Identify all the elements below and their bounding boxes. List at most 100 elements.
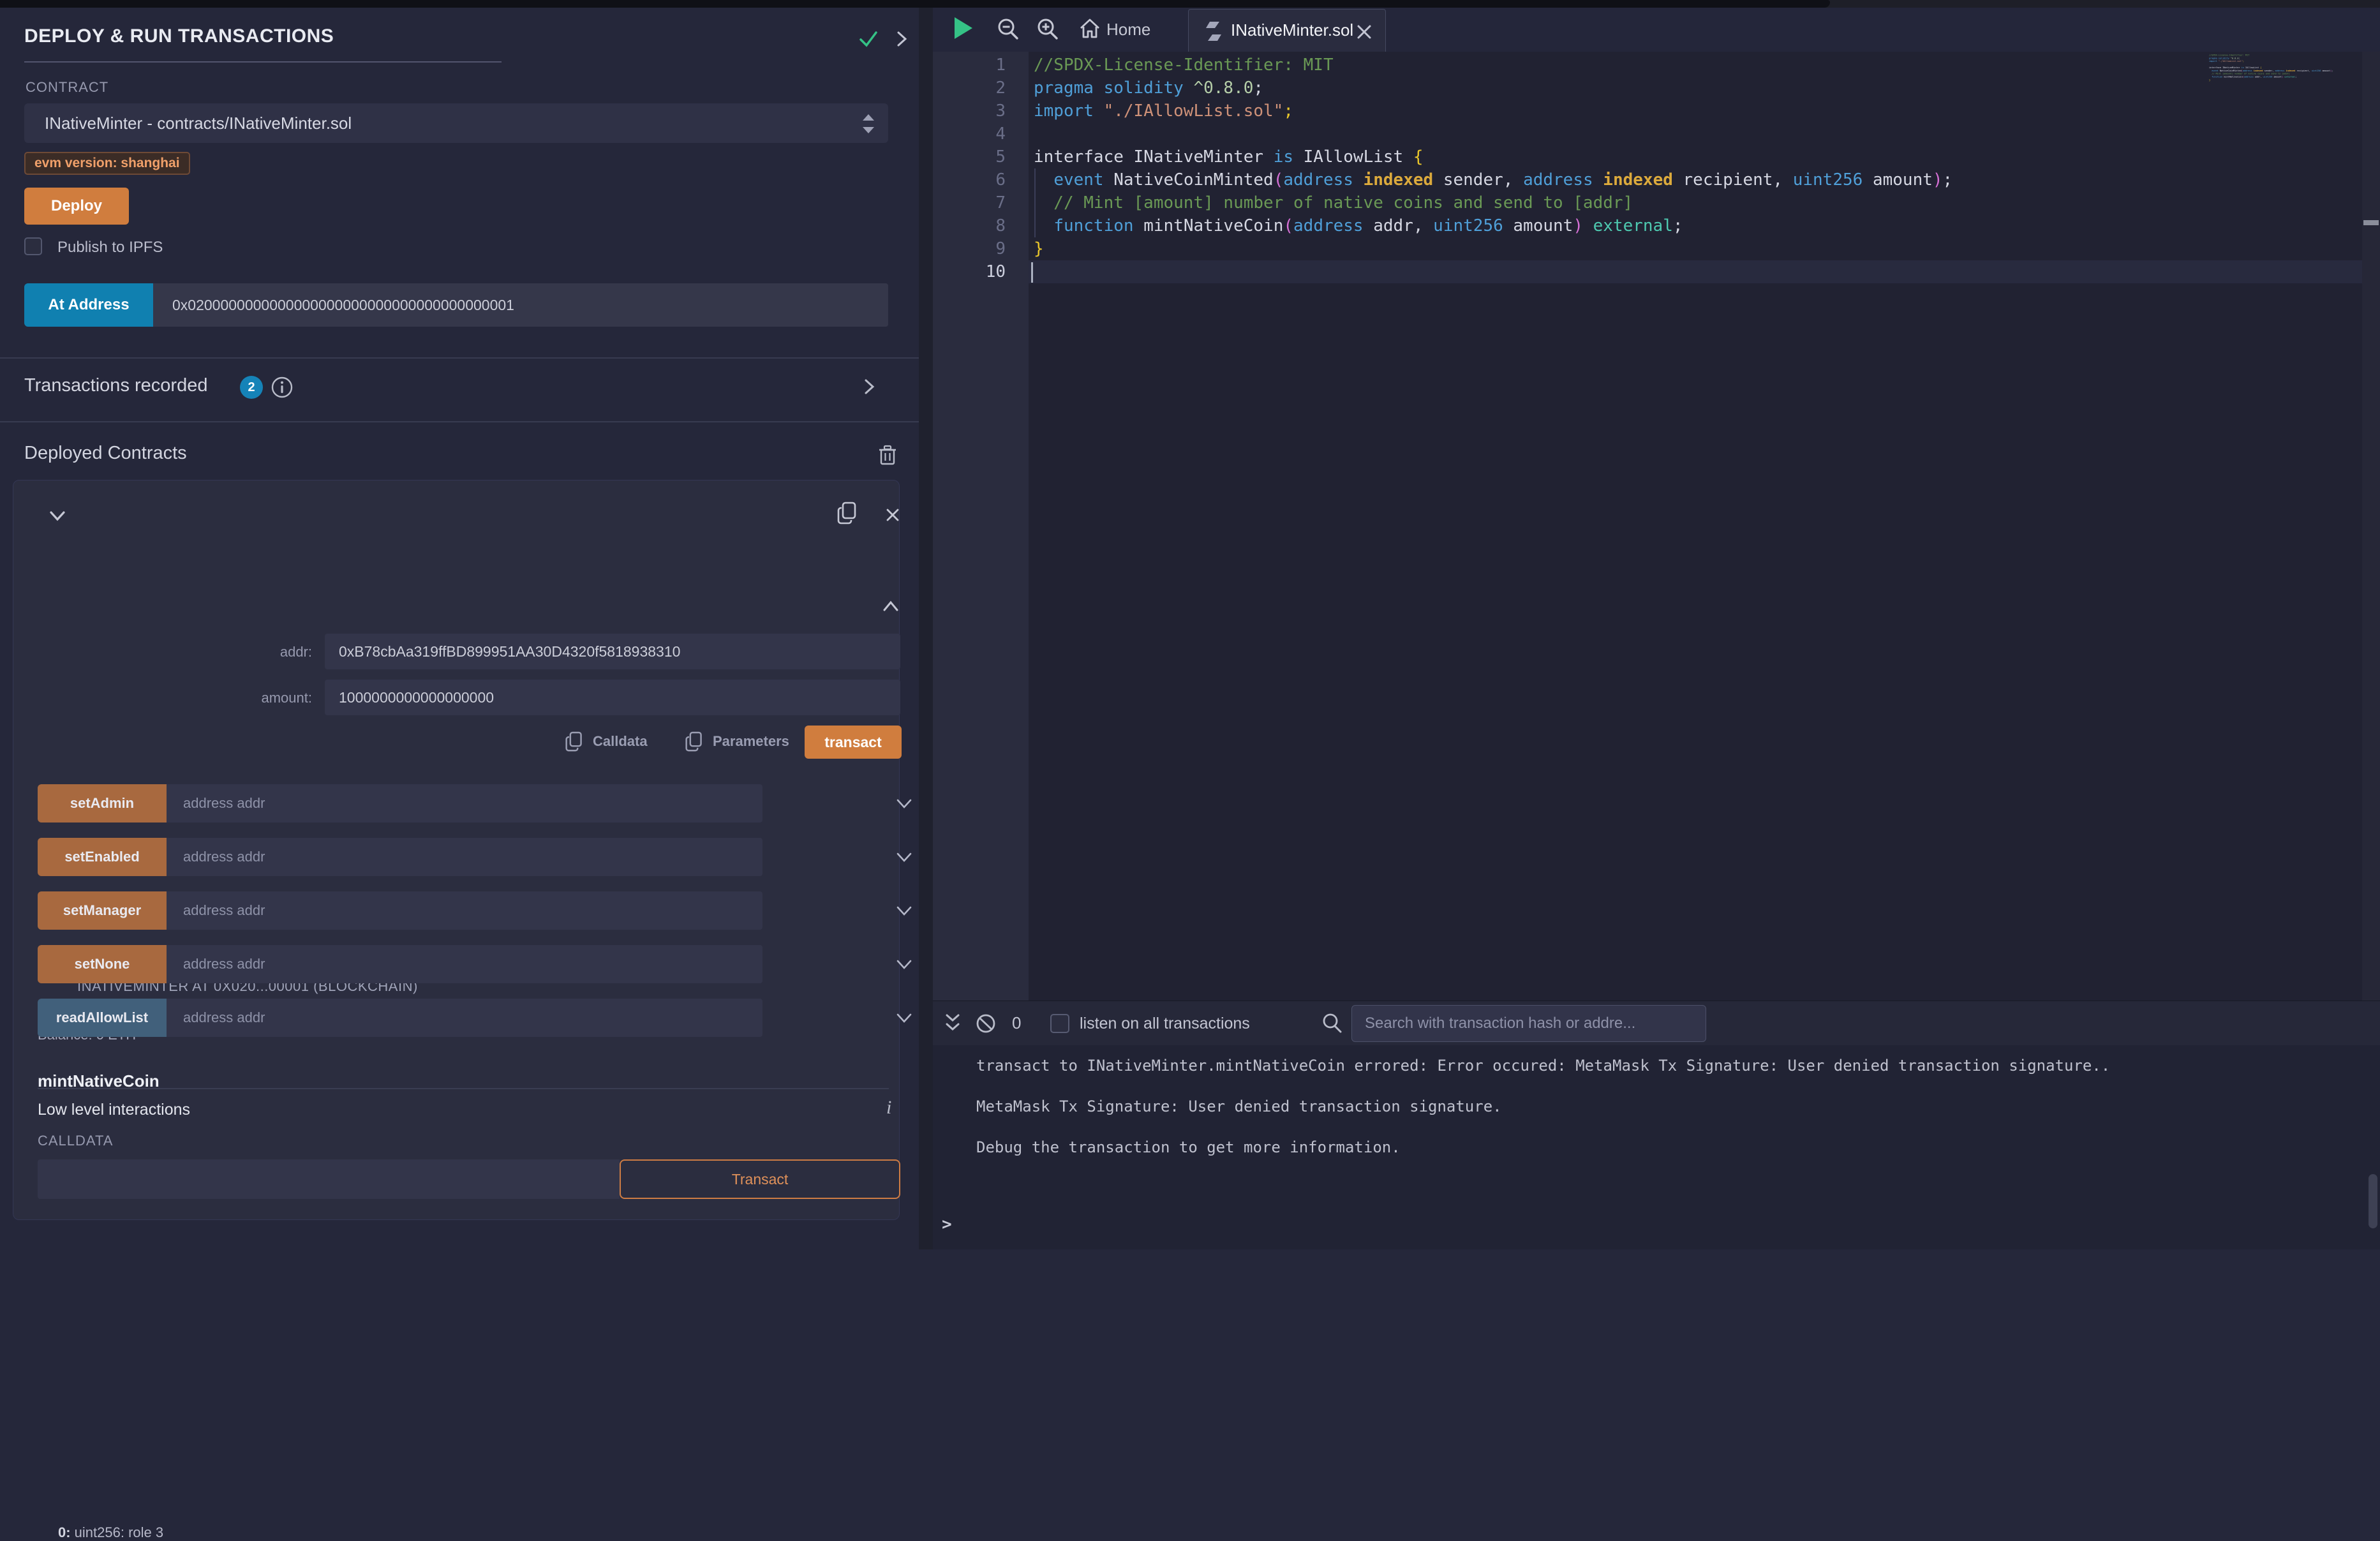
collapse-terminal-icon[interactable] xyxy=(942,1012,963,1035)
divider xyxy=(38,1088,889,1089)
setManager-expand-chevron-icon[interactable] xyxy=(895,902,913,919)
setNone-input[interactable] xyxy=(167,945,762,983)
readAllowList-expand-chevron-icon[interactable] xyxy=(895,1009,913,1027)
calldata-label: CALLDATA xyxy=(38,1133,113,1149)
transact-button[interactable]: transact xyxy=(805,726,902,759)
low-level-info-icon[interactable]: i xyxy=(886,1097,891,1119)
instance-collapse-chevron-icon[interactable] xyxy=(48,506,67,525)
contract-select[interactable]: INativeMinter - contracts/INativeMinter.… xyxy=(24,103,888,143)
title-underline xyxy=(24,61,502,63)
terminal-line: transact to INativeMinter.mintNativeCoin… xyxy=(976,1057,2110,1075)
function-row-setManager: setManager xyxy=(38,891,890,930)
home-icon[interactable] xyxy=(1078,17,1101,40)
code-line xyxy=(2209,82,2347,85)
setAdmin-button[interactable]: setAdmin xyxy=(38,784,167,823)
panel-collapse-chevron-icon[interactable] xyxy=(892,29,911,48)
divider xyxy=(0,357,919,359)
pending-tx-count: 0 xyxy=(1012,1013,1021,1033)
output-index: 0: xyxy=(58,1524,71,1540)
line-number: 7 xyxy=(955,191,1006,214)
line-number: 8 xyxy=(955,214,1006,237)
code-line: event NativeCoinMinted(address indexed s… xyxy=(1034,168,1952,191)
run-script-play-icon[interactable] xyxy=(955,17,972,39)
solidity-file-icon xyxy=(1204,20,1223,42)
copy-parameters-icon[interactable] xyxy=(685,731,704,754)
deployed-contract-card: INATIVEMINTER AT 0X020...00001 (BLOCKCHA… xyxy=(13,480,900,1220)
low-level-calldata-input[interactable] xyxy=(38,1159,620,1199)
panel-splitter[interactable] xyxy=(919,8,933,1249)
panel-title: DEPLOY & RUN TRANSACTIONS xyxy=(24,26,334,47)
line-number: 4 xyxy=(955,123,1006,145)
code-content[interactable]: //SPDX-License-Identifier: MITpragma sol… xyxy=(1034,54,1952,283)
setEnabled-button[interactable]: setEnabled xyxy=(38,838,167,876)
setNone-expand-chevron-icon[interactable] xyxy=(895,955,913,973)
setEnabled-expand-chevron-icon[interactable] xyxy=(895,848,913,866)
editor-minimap[interactable]: //SPDX-License-Identifier: MITpragma sol… xyxy=(2209,54,2362,194)
clear-console-icon[interactable] xyxy=(975,1013,997,1034)
at-address-button[interactable]: At Address xyxy=(24,283,153,327)
setManager-button[interactable]: setManager xyxy=(38,891,167,930)
terminal-output[interactable]: transact to INativeMinter.mintNativeCoin… xyxy=(933,1045,2380,1249)
field-input-addr[interactable] xyxy=(325,634,900,669)
search-icon xyxy=(1321,1012,1344,1035)
code-line: pragma solidity ^0.8.0; xyxy=(1034,77,1952,100)
overview-ruler[interactable] xyxy=(2362,52,2380,1001)
code-line xyxy=(1034,123,1952,145)
tab-inativeminter[interactable]: INativeMinter.sol xyxy=(1188,9,1386,52)
line-number: 9 xyxy=(955,237,1006,260)
tab-home[interactable]: Home xyxy=(1106,20,1150,40)
contract-label: CONTRACT xyxy=(26,79,108,96)
output-value: uint256: role 3 xyxy=(71,1524,164,1540)
deploy-button[interactable]: Deploy xyxy=(24,188,129,225)
terminal-line: Debug the transaction to get more inform… xyxy=(976,1138,1401,1156)
deployed-contracts-title: Deployed Contracts xyxy=(24,443,187,464)
field-input-amount[interactable] xyxy=(325,680,900,715)
code-line: import "./IAllowList.sol"; xyxy=(1034,100,1952,123)
close-tab-icon[interactable] xyxy=(1356,24,1372,40)
window-top-strip xyxy=(0,0,2380,8)
code-line xyxy=(1034,260,1952,283)
readAllowList-button[interactable]: readAllowList xyxy=(38,999,167,1037)
function-collapse-chevron-icon[interactable] xyxy=(881,597,900,616)
line-number: 5 xyxy=(955,145,1006,168)
low-level-title: Low level interactions xyxy=(38,1101,190,1119)
ruler-marker xyxy=(2363,220,2379,225)
code-line: interface INativeMinter is IAllowList { xyxy=(1034,145,1952,168)
setAdmin-input[interactable] xyxy=(167,784,762,823)
zoom-in-icon[interactable] xyxy=(1035,17,1060,42)
setEnabled-input[interactable] xyxy=(167,838,762,876)
zoom-out-icon[interactable] xyxy=(995,17,1021,42)
publish-ipfs-label: Publish to IPFS xyxy=(57,239,163,257)
code-line: //SPDX-License-Identifier: MIT xyxy=(1034,54,1952,77)
line-number: 10 xyxy=(955,260,1006,283)
at-address-input[interactable] xyxy=(153,283,888,327)
line-number: 3 xyxy=(955,100,1006,123)
copy-address-icon[interactable] xyxy=(837,501,858,526)
readAllowList-input[interactable] xyxy=(167,999,762,1037)
remove-instance-icon[interactable] xyxy=(885,507,900,523)
window-top-strip-dark xyxy=(0,0,1830,8)
divider xyxy=(0,421,919,422)
publish-ipfs-checkbox[interactable] xyxy=(24,237,42,255)
info-icon[interactable] xyxy=(271,376,294,399)
terminal-prompt[interactable]: > xyxy=(942,1215,952,1234)
trash-icon[interactable] xyxy=(878,444,897,466)
setManager-input[interactable] xyxy=(167,891,762,930)
editor-tabbar: Home INativeMinter.sol xyxy=(933,8,2380,52)
terminal-search-input[interactable] xyxy=(1351,1005,1706,1042)
parameters-copy-label[interactable]: Parameters xyxy=(713,733,789,750)
setAdmin-expand-chevron-icon[interactable] xyxy=(895,794,913,812)
setNone-button[interactable]: setNone xyxy=(38,945,167,983)
terminal-scrollbar[interactable] xyxy=(2369,1174,2377,1228)
transactions-expand-chevron-icon[interactable] xyxy=(860,378,878,396)
line-number: 1 xyxy=(955,54,1006,77)
copy-calldata-icon[interactable] xyxy=(565,731,584,754)
select-arrows-icon xyxy=(860,113,877,135)
low-level-transact-button[interactable]: Transact xyxy=(620,1159,900,1199)
listen-all-checkbox[interactable] xyxy=(1050,1014,1069,1033)
evm-version-badge: evm version: shanghai xyxy=(24,152,190,175)
editor-gutter: 12345678910 xyxy=(933,52,1029,1001)
code-editor[interactable]: 12345678910 //SPDX-License-Identifier: M… xyxy=(933,52,2380,1001)
function-output: 0: uint256: role 3 xyxy=(58,1524,163,1541)
calldata-copy-label[interactable]: Calldata xyxy=(593,733,648,750)
